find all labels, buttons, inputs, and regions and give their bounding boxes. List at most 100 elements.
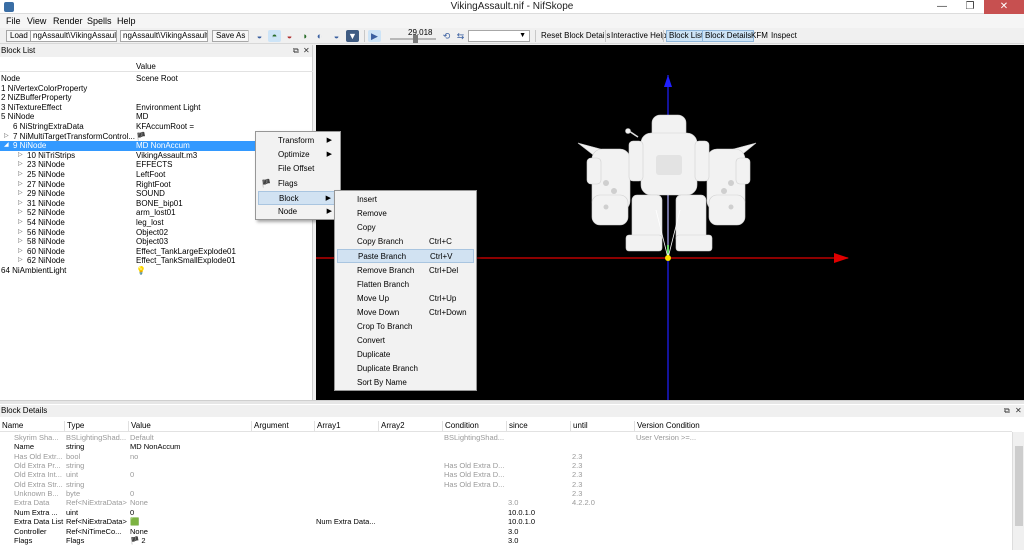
block-submenu-item[interactable]: Flatten Branch — [337, 278, 474, 292]
context-menu-item[interactable]: Block ▶ — [258, 190, 338, 205]
scrollbar-thumb[interactable] — [1015, 446, 1023, 526]
dropdown-arrow-icon[interactable]: ▼ — [346, 30, 359, 42]
expand-arrow-icon[interactable]: ▷ — [18, 208, 23, 218]
close-window-button[interactable]: ✕ — [984, 0, 1024, 14]
details-row[interactable]: Old Extra Int... uint 0 Has Old Extra D... 2… — [0, 470, 1012, 479]
details-row[interactable]: Unknown B... byte 0 2.3 — [0, 489, 1012, 498]
close-icon[interactable]: ✕ — [1015, 405, 1022, 417]
expand-arrow-icon[interactable]: ▷ — [18, 180, 23, 190]
block-submenu-item[interactable]: Move Down Ctrl+Down — [337, 306, 474, 320]
block-submenu-item[interactable]: Remove Branch Ctrl+Del — [337, 264, 474, 278]
column-header[interactable]: Array2 — [378, 421, 442, 431]
column-header[interactable]: Version Condition — [634, 421, 706, 431]
expand-arrow-icon[interactable]: ▷ — [18, 237, 23, 247]
block-submenu-item[interactable]: Copy — [337, 221, 474, 235]
menu-spells[interactable]: Spells — [87, 16, 112, 26]
expand-arrow-icon[interactable]: ▷ — [18, 247, 23, 257]
details-row[interactable]: Extra Data List Ref<NiExtraData> 🟩 Num Extr… — [0, 517, 1012, 526]
block-submenu-item[interactable]: Crop To Branch — [337, 320, 474, 334]
context-menu-item[interactable]: Optimize ▶ — [258, 148, 338, 162]
details-row[interactable]: Extra Data Ref<NiExtraData> None 3.0 4.2.2.0 — [0, 498, 1012, 507]
shading-icon[interactable]: ◓ — [268, 30, 281, 42]
block-list-row[interactable]: Node Scene Root — [0, 74, 313, 84]
context-menu-item[interactable]: 🏴 Flags — [258, 177, 338, 191]
column-header[interactable]: Value — [128, 421, 250, 431]
block-submenu-item[interactable]: Copy Branch Ctrl+C — [337, 235, 474, 249]
details-row[interactable]: Flags Flags 🏴 2 3.0 — [0, 536, 1012, 545]
play-icon[interactable]: ▶ — [368, 30, 381, 42]
block-list-row[interactable]: 1 NiVertexColorProperty — [0, 84, 313, 94]
menu-render[interactable]: Render — [53, 16, 83, 26]
expand-arrow-icon[interactable]: ▷ — [18, 199, 23, 209]
expand-arrow-icon[interactable]: ▷ — [18, 218, 23, 228]
dock-float-icon[interactable]: ⧉ — [1004, 405, 1010, 417]
details-row[interactable]: Skyrim Sha... BSLightingShad... Default BSL… — [0, 433, 1012, 442]
details-row[interactable]: Old Extra Pr... string Has Old Extra D... 2… — [0, 461, 1012, 470]
block-list-row[interactable]: 5 NiNode MD — [0, 112, 313, 122]
column-header[interactable]: Condition — [442, 421, 506, 431]
expand-arrow-icon[interactable]: ▷ — [18, 256, 23, 266]
expand-arrow-icon[interactable]: ▷ — [4, 132, 9, 142]
block-submenu-item[interactable]: Duplicate Branch — [337, 362, 474, 376]
block-list-row[interactable]: ▷ 58 NiNode Object03 — [0, 237, 313, 247]
expand-arrow-icon[interactable]: ◢ — [4, 141, 9, 151]
eye-icon[interactable]: ◒ — [253, 30, 266, 42]
details-row[interactable]: Has Old Extr... bool no 2.3 — [0, 452, 1012, 461]
expand-arrow-icon[interactable]: ▷ — [18, 170, 23, 180]
context-menu-item[interactable]: Transform ▶ — [258, 134, 338, 148]
menu-file[interactable]: File — [6, 16, 21, 26]
block-submenu-item[interactable]: Convert — [337, 334, 474, 348]
column-header[interactable]: Argument — [251, 421, 313, 431]
expand-arrow-icon[interactable]: ▷ — [18, 189, 23, 199]
block-list-row[interactable]: ▷ 56 NiNode Object02 — [0, 228, 313, 238]
block-submenu-item[interactable]: Insert — [337, 193, 474, 207]
block-list-row[interactable]: 2 NiZBufferProperty — [0, 93, 313, 103]
block-submenu-item[interactable]: Duplicate — [337, 348, 474, 362]
context-menu-item[interactable]: Node ▶ — [258, 205, 338, 219]
column-header[interactable]: Array1 — [314, 421, 378, 431]
inspect-toggle[interactable]: Inspect — [769, 31, 799, 41]
block-list-toggle[interactable]: Block List — [666, 30, 707, 42]
lighting-icon[interactable]: ◑ — [298, 30, 311, 42]
texture-icon[interactable]: ◒ — [283, 30, 296, 42]
context-menu-item[interactable]: File Offset — [258, 162, 338, 176]
column-header[interactable]: Type — [64, 421, 128, 431]
expand-arrow-icon[interactable]: ▷ — [18, 160, 23, 170]
load-button[interactable]: Load — [6, 30, 32, 42]
block-details-toggle[interactable]: Block Details — [702, 30, 755, 42]
column-header[interactable]: until — [570, 421, 634, 431]
animation-select[interactable]: ▼ — [468, 30, 530, 42]
save-path-field[interactable]: ngAssault\VikingAssault.nif — [120, 30, 208, 42]
column-header[interactable]: Name — [0, 421, 64, 431]
close-icon[interactable]: ✕ — [303, 45, 310, 57]
vertex-color-icon[interactable]: ◐ — [313, 30, 326, 42]
expand-arrow-icon[interactable]: ▷ — [18, 228, 23, 238]
load-path-field[interactable]: ngAssault\VikingAssault.nif — [30, 30, 117, 42]
block-list-row[interactable]: 3 NiTextureEffect Environment Light — [0, 103, 313, 113]
menu-help[interactable]: Help — [117, 16, 136, 26]
maximize-button[interactable]: ❐ — [956, 0, 984, 14]
details-row[interactable]: Name string MD NonAccum — [0, 442, 1012, 451]
block-submenu-item[interactable]: Sort By Name — [337, 376, 474, 390]
save-as-button[interactable]: Save As — [212, 30, 250, 42]
block-details-scrollbar[interactable] — [1012, 432, 1024, 550]
block-submenu-item[interactable]: Remove — [337, 207, 474, 221]
minimize-button[interactable]: — — [928, 0, 956, 14]
details-row[interactable]: Num Extra ... uint 0 10.0.1.0 — [0, 508, 1012, 517]
dock-float-icon[interactable]: ⧉ — [293, 45, 299, 57]
block-list-row[interactable]: ▷ 62 NiNode Effect_TankSmallExplode01 — [0, 256, 313, 266]
time-slider-handle[interactable] — [413, 35, 418, 43]
expand-arrow-icon[interactable]: ▷ — [18, 151, 23, 161]
block-submenu-item[interactable]: Paste Branch Ctrl+V — [337, 249, 474, 264]
kfm-toggle[interactable]: KFM — [749, 31, 770, 41]
details-row[interactable]: Old Extra Str... string Has Old Extra D...… — [0, 480, 1012, 489]
block-submenu-item[interactable]: Move Up Ctrl+Up — [337, 292, 474, 306]
reset-block-details-button[interactable]: Reset Block Details — [539, 31, 612, 41]
block-list-row[interactable]: 64 NiAmbientLight 💡 — [0, 266, 313, 276]
menu-view[interactable]: View — [27, 16, 46, 26]
interactive-help-button[interactable]: Interactive Help — [609, 31, 669, 41]
loop-icon[interactable]: ⟲ — [440, 30, 453, 42]
details-row[interactable]: Controller Ref<NiTimeCo... None 3.0 — [0, 527, 1012, 536]
pingpong-icon[interactable]: ⇆ — [454, 30, 467, 42]
block-list-row[interactable]: ▷ 60 NiNode Effect_TankLargeExplode01 — [0, 247, 313, 257]
